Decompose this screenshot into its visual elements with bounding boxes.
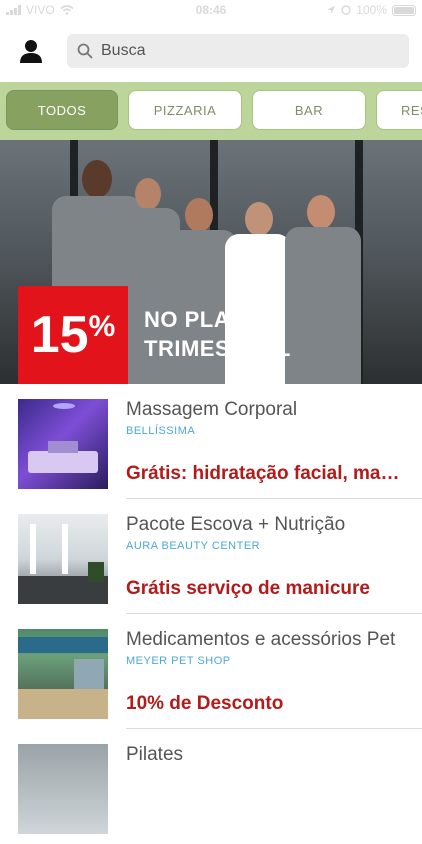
item-offer: 10% de Desconto — [126, 693, 284, 714]
alarm-icon — [341, 5, 351, 15]
item-brand: AURA BEAUTY CENTER — [126, 540, 261, 552]
item-thumbnail — [18, 744, 108, 834]
item-thumbnail — [18, 399, 108, 489]
category-chip-pizzaria[interactable]: PIZZARIA — [128, 90, 242, 130]
item-title: Pilates — [126, 744, 184, 765]
banner-caption: NO PLANO TRIMESTRAL — [144, 307, 291, 361]
category-chip-bar[interactable]: BAR — [252, 90, 366, 130]
location-icon — [327, 6, 336, 14]
discount-badge: 15% — [18, 286, 128, 384]
status-bar: VIVO 08:46 100% — [0, 0, 422, 20]
item-thumbnail — [18, 629, 108, 719]
item-brand: BELLÍSSIMA — [126, 425, 196, 437]
top-bar — [0, 20, 422, 82]
search-input[interactable] — [101, 42, 381, 60]
battery-icon — [392, 4, 416, 16]
profile-icon[interactable] — [18, 38, 44, 64]
category-chip-todos[interactable]: TODOS — [6, 90, 118, 130]
search-icon — [77, 43, 93, 59]
list-item[interactable]: Massagem Corporal BELLÍSSIMA Grátis: hid… — [0, 384, 422, 499]
item-thumbnail — [18, 514, 108, 604]
item-offer: Grátis: hidratação facial, manicure — [126, 463, 406, 484]
list-item[interactable]: Pacote Escova + Nutrição AURA BEAUTY CEN… — [0, 499, 422, 614]
item-title: Massagem Corporal — [126, 399, 298, 420]
category-bar: TODOS PIZZARIA BAR RES — [0, 82, 422, 140]
item-title: Pacote Escova + Nutrição — [126, 514, 346, 535]
list-item[interactable]: Medicamentos e acessórios Pet MEYER PET … — [0, 614, 422, 729]
item-brand: MEYER PET SHOP — [126, 655, 231, 667]
battery-label: 100% — [356, 3, 387, 17]
promo-banner[interactable]: 15% NO PLANO TRIMESTRAL — [0, 140, 422, 384]
offer-list: Massagem Corporal BELLÍSSIMA Grátis: hid… — [0, 384, 422, 844]
item-title: Medicamentos e acessórios Pet — [126, 629, 396, 650]
list-item[interactable]: Pilates — [0, 729, 422, 844]
category-chip-res[interactable]: RES — [376, 90, 422, 130]
item-offer: Grátis serviço de manicure — [126, 578, 370, 599]
search-bar[interactable] — [67, 34, 409, 68]
